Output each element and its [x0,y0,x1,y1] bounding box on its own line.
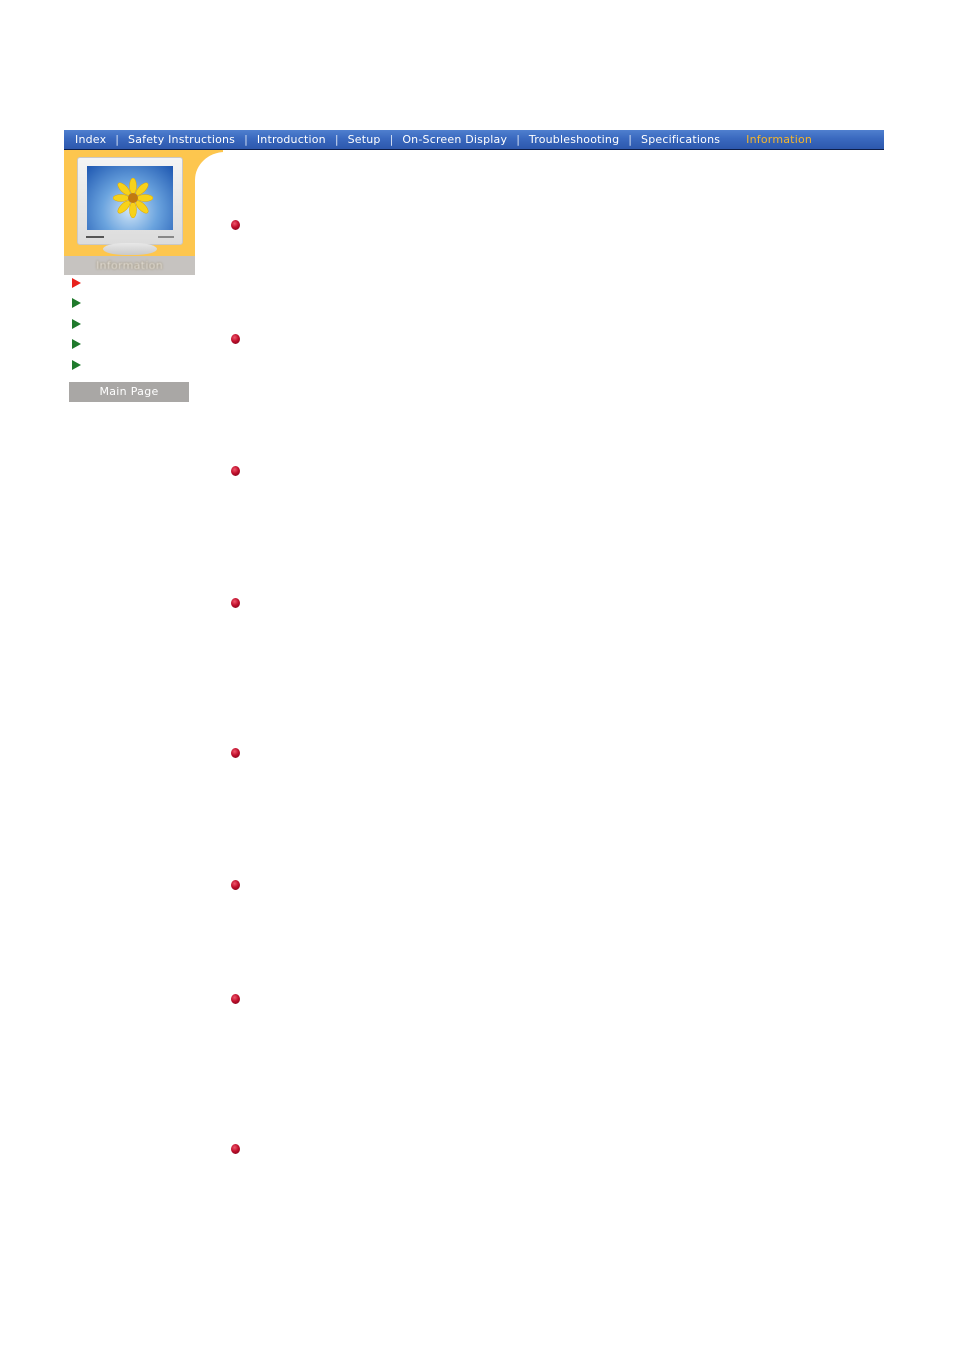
bullet-icon [231,334,240,344]
sidebar-link-5-green-arrow-icon[interactable] [72,360,81,370]
nav-on-screen-display[interactable]: On-Screen Display [402,131,507,149]
nav-setup[interactable]: Setup [348,131,381,149]
nav-separator: | [389,132,394,146]
monitor-stand [103,243,157,255]
sidebar-link-1-red-arrow-icon[interactable] [72,278,81,288]
nav-separator: | [115,132,120,146]
bullet-icon [231,994,240,1004]
nav-specifications[interactable]: Specifications [641,131,720,149]
sidebar-section-label-bar: Information [64,256,195,275]
nav-troubleshooting[interactable]: Troubleshooting [529,131,619,149]
nav-index[interactable]: Index [75,131,106,149]
content-corner-curve [195,152,275,262]
sidebar-link-3-green-arrow-icon[interactable] [72,319,81,329]
monitor-model-mark [158,236,174,238]
sidebar-link-4-green-arrow-icon[interactable] [72,339,81,349]
nav-separator: | [628,132,633,146]
nav-separator: | [516,132,520,146]
sidebar-section-label: Information [96,259,163,272]
nav-separator: | [244,132,248,146]
bullet-icon [231,220,240,230]
monitor-brand-mark [86,236,104,238]
nav-introduction[interactable]: Introduction [257,131,326,149]
bullet-icon [231,598,240,608]
monitor-image [77,157,183,245]
nav-information[interactable]: Information [746,131,812,149]
sidebar-link-2-green-arrow-icon[interactable] [72,298,81,308]
bullet-icon [231,1144,240,1154]
bullet-icon [231,880,240,890]
bullet-icon [231,466,240,476]
bullet-icon [231,748,240,758]
main-page-button[interactable]: Main Page [69,382,189,402]
nav-separator: | [334,132,339,146]
sunflower-icon [113,178,153,218]
top-navigation-bar: Index | Safety Instructions | Introducti… [64,130,884,150]
nav-safety-instructions[interactable]: Safety Instructions [128,131,235,149]
monitor-screen [87,166,173,230]
